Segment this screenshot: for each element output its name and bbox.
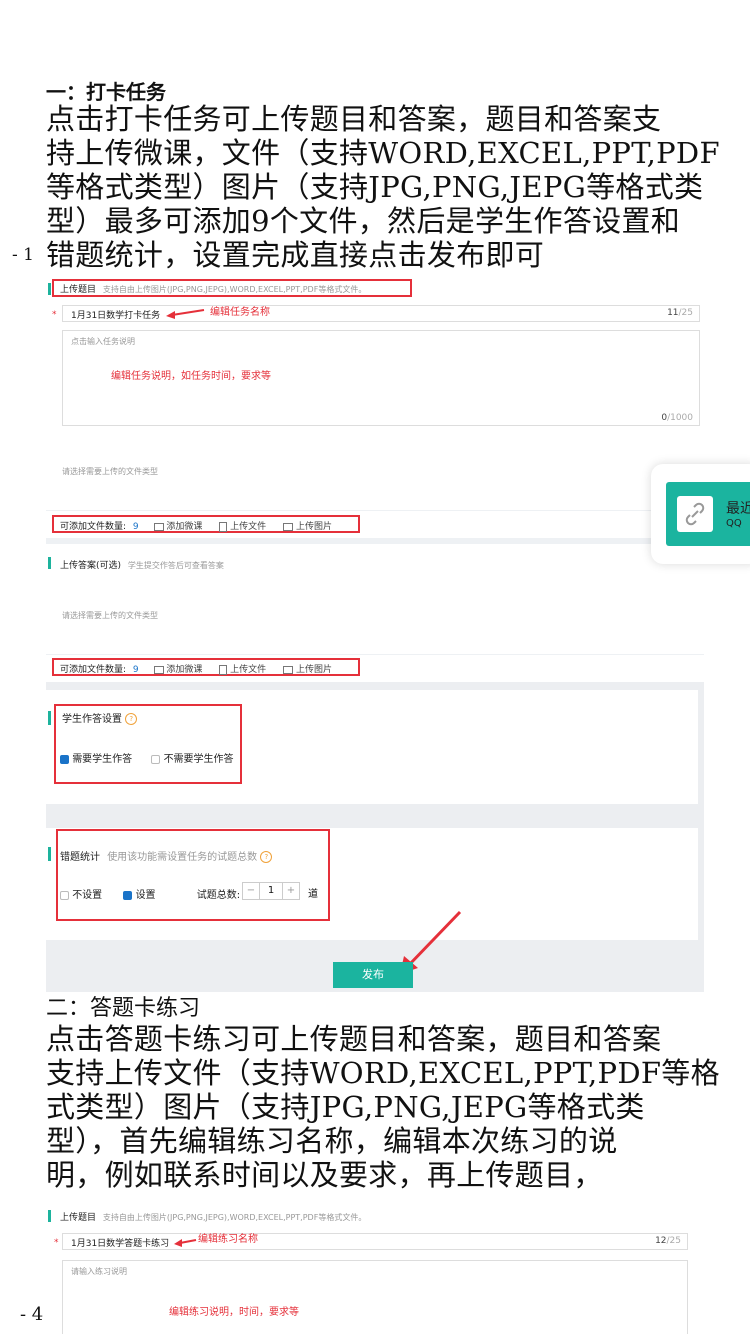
- video-icon: [153, 522, 164, 531]
- not-set-option[interactable]: 不设置: [60, 890, 102, 901]
- task-name-input[interactable]: 1月31日数学打卡任务 11/25: [62, 305, 700, 322]
- link-icon: [685, 502, 705, 526]
- error-stats-highlight: [56, 829, 330, 921]
- publish-button[interactable]: 发布: [333, 962, 413, 988]
- practice-name-value: 1月31日数学答题卡练习: [71, 1239, 170, 1249]
- upload-title: 上传题目: [60, 285, 97, 295]
- no-need-answer-option[interactable]: 不需要学生作答: [151, 754, 234, 765]
- help-icon: ?: [260, 851, 273, 863]
- task-name-value: 1月31日数学打卡任务: [71, 311, 161, 321]
- task-form-screenshot: 上传题目 支持自由上传图片(JPG,PNG,JEPG),WORD,EXCEL,P…: [46, 278, 704, 992]
- video-icon: [153, 665, 164, 674]
- practice-description-placeholder: 请输入练习说明: [71, 1267, 127, 1276]
- stepper-value[interactable]: 1: [260, 883, 282, 899]
- checkbox-checked[interactable]: [60, 754, 69, 764]
- help-icon: ?: [125, 713, 138, 725]
- upload-file-button[interactable]: 上传文件: [219, 521, 269, 532]
- section2-paragraph: 点击答题卡练习可上传题目和答案，题目和答案 支持上传文件（支持WORD,EXCE…: [46, 1022, 746, 1192]
- section1-heading: 一：打卡任务: [46, 80, 166, 104]
- paragraph-line: 型）最多可添加9个文件，然后是学生作答设置和: [46, 204, 681, 238]
- popup-title: 最近: [726, 501, 750, 517]
- practice-upload-hint: 支持自由上传图片(JPG,PNG,JEPG),WORD,EXCEL,PPT,PD…: [102, 1213, 367, 1222]
- stepper-minus-button[interactable]: −: [243, 883, 260, 899]
- practice-name-max: /25: [666, 1236, 681, 1246]
- task-description-input[interactable]: 点击输入任务说明 编辑任务说明，如任务时间，要求等 0/1000: [62, 330, 700, 426]
- checkbox-unchecked[interactable]: [60, 890, 69, 900]
- arrow-annotation-icon: [166, 309, 205, 319]
- error-stats-title: 错题统计: [60, 852, 100, 863]
- paragraph-line: 点击答题卡练习可上传题目和答案，题目和答案: [46, 1022, 662, 1056]
- paragraph-line: 支持上传文件（支持WORD,EXCEL,PPT,PDF等格: [46, 1056, 720, 1090]
- page-marker-top: - 1: [12, 245, 34, 265]
- image-icon: [283, 665, 294, 674]
- practice-name-input[interactable]: 1月31日数学答题卡练习 12/25: [62, 1233, 688, 1250]
- task-description-placeholder: 点击输入任务说明: [71, 337, 135, 346]
- answer-upload-hint: 学生提交作答后可查看答案: [127, 561, 224, 570]
- add-micro-lesson-button[interactable]: 添加微课: [153, 522, 206, 532]
- practice-name-count: 12: [655, 1236, 667, 1246]
- paragraph-line: 等格式类型）图片（支持JPG,PNG,JEPG等格式类: [46, 170, 704, 204]
- section2-heading: 二：答题卡练习: [46, 996, 201, 1021]
- answer-add-micro-button[interactable]: 添加微课: [153, 665, 206, 675]
- file-icon: [219, 521, 228, 532]
- paragraph-line: 点击打卡任务可上传题目和答案，题目和答案支: [46, 102, 662, 136]
- upload-image-button[interactable]: 上传图片: [283, 522, 332, 532]
- share-popup[interactable]: 最近 QQ: [651, 464, 750, 564]
- answer-file-toolbar: 可添加文件数量: 9 添加微课 上传文件 上传图片: [60, 664, 332, 675]
- paragraph-line: 明，例如联系时间以及要求，再上传题目，: [46, 1158, 603, 1192]
- task-name-annotation: 编辑任务名称: [210, 307, 270, 318]
- need-answer-option[interactable]: 需要学生作答: [60, 754, 132, 765]
- task-description-max: /1000: [667, 413, 693, 423]
- file-type-hint: 请选择需要上传的文件类型: [62, 467, 158, 476]
- task-name-max: /25: [678, 308, 693, 318]
- task-name-count: 11: [667, 308, 679, 318]
- error-stats-hint: 使用该功能需设置任务的试题总数: [107, 852, 258, 863]
- answer-upload-title: 上传答案(可选): [60, 561, 122, 571]
- file-count: 9: [132, 522, 139, 532]
- unit-label: 道: [308, 889, 318, 900]
- arrow-annotation-icon: [174, 1239, 197, 1247]
- image-icon: [283, 522, 294, 531]
- section1-paragraph: 点击打卡任务可上传题目和答案，题目和答案支 持上传微课，文件（支持WORD,EX…: [46, 102, 746, 272]
- practice-form-screenshot: 上传题目 支持自由上传图片(JPG,PNG,JEPG),WORD,EXCEL,P…: [46, 1204, 704, 1334]
- practice-description-annotation: 编辑练习说明，时间，要求等: [169, 1307, 299, 1318]
- task-description-annotation: 编辑任务说明，如任务时间，要求等: [111, 371, 271, 382]
- file-toolbar: 可添加文件数量: 9 添加微课 上传文件 上传图片: [60, 519, 332, 532]
- practice-upload-title: 上传题目: [60, 1213, 97, 1223]
- popup-subtitle: QQ: [726, 518, 742, 529]
- file-count-label: 可添加文件数量:: [60, 522, 127, 532]
- paragraph-line: 持上传微课，文件（支持WORD,EXCEL,PPT,PDF: [46, 136, 720, 170]
- stepper-plus-button[interactable]: +: [282, 883, 299, 899]
- checkbox-checked[interactable]: [123, 890, 133, 900]
- student-setting-title: 学生作答设置 ?: [62, 710, 138, 725]
- practice-name-annotation: 编辑练习名称: [198, 1234, 258, 1245]
- upload-hint: 支持自由上传图片(JPG,PNG,JEPG),WORD,EXCEL,PPT,PD…: [102, 285, 367, 294]
- answer-upload-image-button[interactable]: 上传图片: [283, 665, 332, 675]
- practice-description-input[interactable]: 请输入练习说明 编辑练习说明，时间，要求等: [62, 1260, 688, 1334]
- paragraph-line: 式类型）图片（支持JPG,PNG,JEPG等格式类: [46, 1090, 645, 1124]
- answer-upload-file-button[interactable]: 上传文件: [219, 664, 269, 675]
- answer-file-type-hint: 请选择需要上传的文件类型: [62, 611, 158, 620]
- paragraph-line: 错题统计，设置完成直接点击发布即可: [46, 238, 545, 272]
- checkbox-unchecked[interactable]: [151, 754, 161, 764]
- recent-share-button[interactable]: 最近 QQ: [666, 482, 750, 546]
- file-icon: [219, 664, 228, 675]
- paragraph-line: 型），首先编辑练习名称，编辑本次练习的说: [46, 1124, 618, 1158]
- total-questions-stepper[interactable]: − 1 +: [242, 882, 300, 900]
- set-option[interactable]: 设置: [123, 890, 156, 901]
- total-questions-label: 试题总数:: [196, 890, 241, 901]
